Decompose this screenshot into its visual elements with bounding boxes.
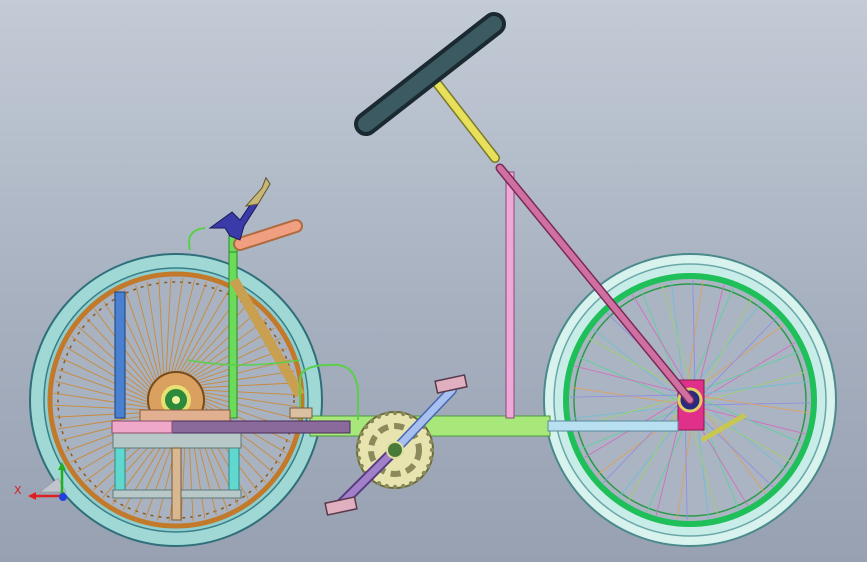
pedal-upper[interactable] bbox=[434, 374, 468, 394]
pedal-lower[interactable] bbox=[324, 496, 358, 516]
hand-brake[interactable] bbox=[208, 176, 303, 253]
crankset[interactable] bbox=[324, 374, 468, 516]
chainring-tooth bbox=[415, 476, 421, 482]
steering-wheel-highlight bbox=[358, 16, 502, 132]
chainring-tooth bbox=[392, 410, 398, 416]
rear-frame-lower-left bbox=[114, 444, 126, 498]
chainring-tooth bbox=[384, 483, 389, 489]
rear-frame-lower-right bbox=[228, 444, 240, 498]
chainring-tooth bbox=[426, 431, 431, 437]
chainring-tooth bbox=[392, 484, 398, 490]
rear-axle-post bbox=[171, 447, 182, 521]
bottom-bracket bbox=[386, 441, 404, 459]
cad-viewport[interactable]: X bbox=[0, 0, 867, 562]
chainring-tooth bbox=[356, 439, 362, 444]
steering-column bbox=[432, 78, 499, 162]
chainring-tooth bbox=[428, 439, 434, 444]
chainring-tooth bbox=[359, 431, 364, 437]
seat-base-plate bbox=[139, 409, 231, 423]
chainring-tooth bbox=[363, 424, 369, 430]
steering-assembly[interactable] bbox=[354, 12, 695, 405]
chainring-tooth bbox=[428, 456, 434, 461]
chainring-tooth bbox=[408, 414, 414, 419]
seat-mast bbox=[505, 171, 515, 419]
chainring-tooth bbox=[384, 411, 389, 417]
rear-axle bbox=[172, 396, 180, 404]
chainring-tooth bbox=[426, 463, 431, 469]
triad-x-arrow bbox=[28, 492, 36, 500]
chainring-tooth bbox=[408, 481, 414, 486]
chainring-tooth bbox=[356, 456, 362, 461]
bicycle-model[interactable] bbox=[0, 0, 867, 562]
triad-z-axis bbox=[59, 493, 67, 501]
chainring-tooth bbox=[359, 463, 364, 469]
chainring-tooth bbox=[421, 470, 427, 476]
chainring-tooth bbox=[376, 481, 382, 486]
chainring-tooth bbox=[369, 418, 375, 424]
chainring-tooth bbox=[355, 447, 361, 453]
rear-boom-highlight bbox=[111, 420, 173, 434]
chainring-tooth bbox=[376, 414, 382, 419]
rear-frame-left-upright bbox=[114, 291, 126, 419]
chainring-tooth bbox=[429, 447, 435, 453]
chainring-tooth bbox=[401, 483, 406, 489]
rear-frame-right-upright bbox=[228, 247, 238, 419]
triad-x-label: X bbox=[14, 484, 22, 497]
chainring-tooth bbox=[401, 411, 406, 417]
front-axle-bar bbox=[547, 420, 679, 432]
brake-lever-tip bbox=[244, 176, 271, 207]
caliper-mount bbox=[289, 407, 313, 419]
